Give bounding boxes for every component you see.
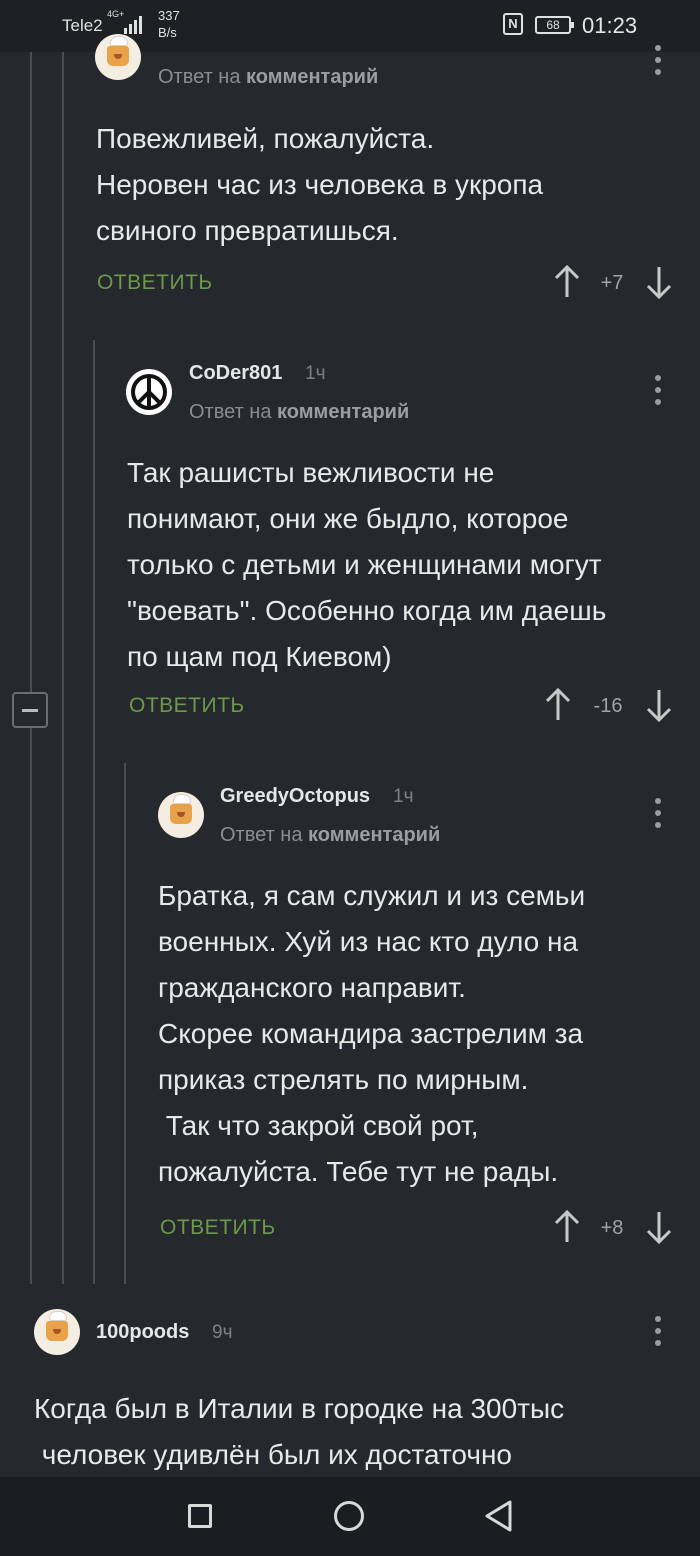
reply-to-target: комментарий xyxy=(308,824,441,846)
reply-to-link[interactable]: Ответ на комментарий xyxy=(189,401,409,424)
avatar[interactable] xyxy=(126,369,172,415)
reply-to-prefix: Ответ на xyxy=(158,66,241,88)
username[interactable]: GreedyOctopus xyxy=(220,785,370,808)
comment-text: Повежливей, пожалуйста. Неровен час из ч… xyxy=(96,123,544,246)
comment-text: Так рашисты вежливости не понимают, они … xyxy=(127,457,607,672)
vote-score: +8 xyxy=(600,1217,624,1239)
more-vert-icon[interactable] xyxy=(654,375,662,407)
thread-line-3 xyxy=(93,340,95,1284)
carrier-label: Tele2 xyxy=(62,16,103,35)
more-vert-icon[interactable] xyxy=(654,45,662,77)
network-speed-value: 337 xyxy=(158,8,180,23)
clock: 01:23 xyxy=(582,13,638,38)
reply-button[interactable]: ОТВЕТИТЬ xyxy=(129,694,245,718)
circle-icon[interactable] xyxy=(334,1501,364,1531)
collapse-thread-button[interactable] xyxy=(12,692,48,728)
thread-line-2 xyxy=(62,52,64,1284)
thread-line-1 xyxy=(30,52,32,692)
username[interactable]: CoDer801 xyxy=(189,362,282,385)
triangle-back-icon[interactable] xyxy=(483,1499,515,1533)
reply-button[interactable]: ОТВЕТИТЬ xyxy=(160,1216,276,1240)
network-speed-unit: B/s xyxy=(158,25,177,40)
reply-to-prefix: Ответ на xyxy=(189,401,272,423)
arrow-up-icon[interactable] xyxy=(544,688,572,722)
avatar[interactable] xyxy=(158,792,204,838)
more-vert-icon[interactable] xyxy=(654,798,662,830)
reply-button[interactable]: ОТВЕТИТЬ xyxy=(97,271,213,295)
arrow-up-icon[interactable] xyxy=(553,1210,581,1244)
avatar[interactable] xyxy=(34,1309,80,1355)
reply-to-link[interactable]: Ответ на комментарий xyxy=(158,66,378,89)
reply-to-link[interactable]: Ответ на комментарий xyxy=(220,824,440,847)
nfc-icon: N xyxy=(503,13,523,35)
comment-text: Братка, я сам служил и из семьи военных.… xyxy=(158,880,586,1187)
square-icon[interactable] xyxy=(188,1504,212,1528)
reply-to-target: комментарий xyxy=(246,66,379,88)
username[interactable]: 100poods xyxy=(96,1321,189,1344)
comment-time: 1ч xyxy=(305,363,326,384)
network-speed: 337 B/s xyxy=(158,7,180,41)
battery-icon: 68 xyxy=(535,16,574,34)
arrow-up-icon[interactable] xyxy=(553,265,581,299)
arrow-down-icon[interactable] xyxy=(645,265,673,299)
arrow-down-icon[interactable] xyxy=(645,688,673,722)
arrow-down-icon[interactable] xyxy=(645,1210,673,1244)
minus-icon xyxy=(22,709,38,712)
thread-line-1b xyxy=(30,728,32,1284)
more-vert-icon[interactable] xyxy=(654,1316,662,1348)
avatar[interactable] xyxy=(95,34,141,80)
peace-icon xyxy=(127,370,171,414)
signal-icon xyxy=(124,14,148,34)
network-type-label: 4G+ xyxy=(107,9,125,19)
comment-time: 9ч xyxy=(212,1322,233,1343)
reply-to-prefix: Ответ на xyxy=(220,824,303,846)
comment-time: 1ч xyxy=(393,786,414,807)
vote-score: -16 xyxy=(593,695,623,717)
reply-to-target: комментарий xyxy=(277,401,410,423)
system-navigation-bar xyxy=(0,1477,700,1556)
thread-line-4 xyxy=(124,763,126,1284)
comment-text: Когда был в Италии в городке на 300тыс ч… xyxy=(34,1393,565,1470)
vote-score: +7 xyxy=(600,272,624,294)
